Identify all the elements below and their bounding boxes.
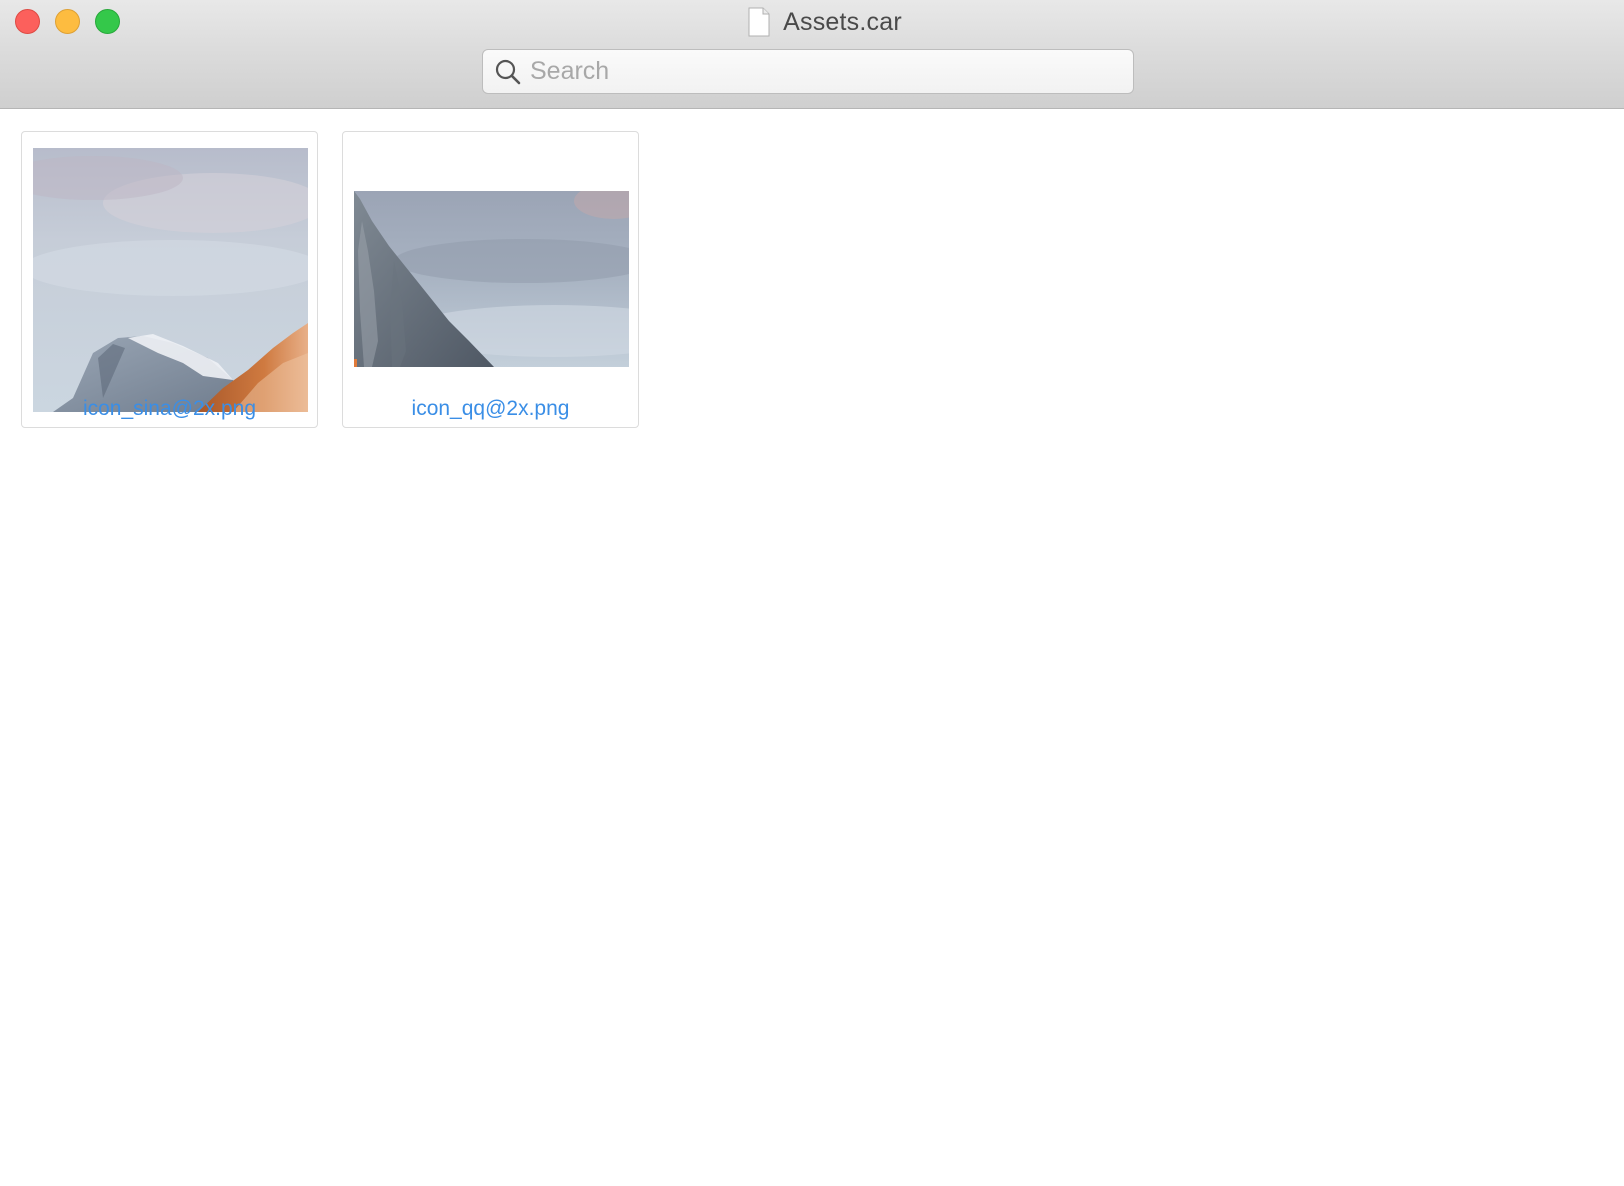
search-input[interactable] <box>530 57 1110 86</box>
asset-thumbnail <box>354 191 629 367</box>
window-title: Assets.car <box>783 7 902 36</box>
search-field[interactable] <box>482 49 1134 94</box>
mountain-image <box>33 148 308 412</box>
asset-name: icon_qq@2x.png <box>411 397 570 420</box>
window-title-group: Assets.car <box>0 4 1624 40</box>
search-icon <box>495 59 521 84</box>
asset-grid: icon_sina@2x.png icon_qq@2x.png <box>0 110 1624 1186</box>
asset-name: icon_sina@2x.png <box>82 397 257 420</box>
app-window: Assets.car Search icon_sina@2x.png icon_… <box>0 0 1624 1186</box>
title-bar: Assets.car <box>0 0 1624 109</box>
asset-card[interactable]: icon_qq@2x.png <box>342 131 639 428</box>
asset-card[interactable]: icon_sina@2x.png <box>21 131 318 428</box>
document-icon <box>748 7 770 37</box>
asset-thumbnail <box>33 148 308 412</box>
cliff-image <box>354 191 629 367</box>
